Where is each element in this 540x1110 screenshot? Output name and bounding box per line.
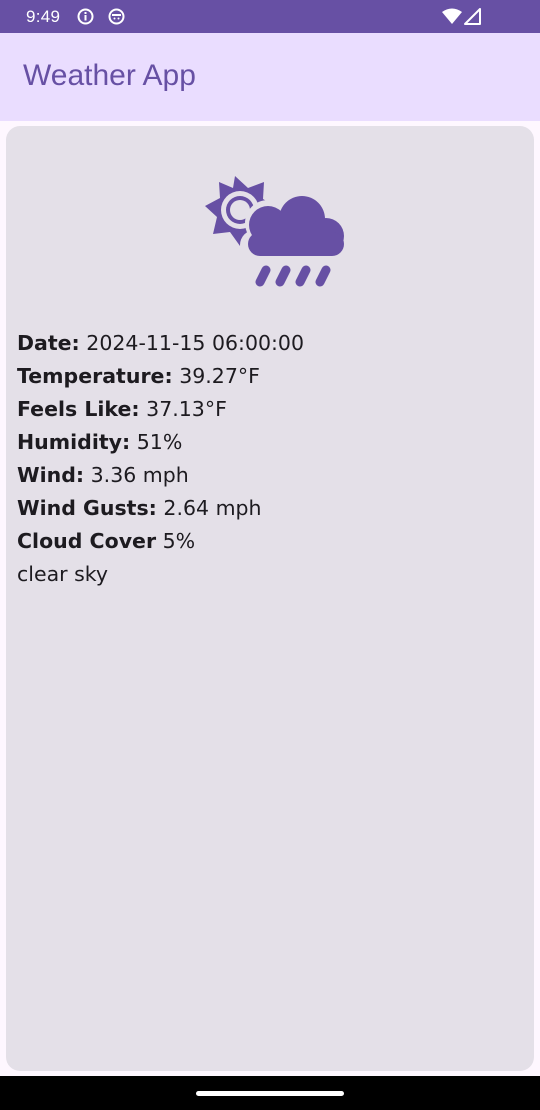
- detail-value: 2.64 mph: [163, 496, 262, 520]
- app-screen: 9:49 Weather App Date: 2024-11-15 06:00:…: [0, 0, 540, 1110]
- detail-label: Wind:: [17, 463, 85, 487]
- home-gesture-handle[interactable]: [196, 1091, 344, 1096]
- detail-label: Date:: [17, 331, 80, 355]
- navigation-bar: [0, 1076, 540, 1110]
- weather-description: clear sky: [17, 562, 109, 586]
- detail-wind-gusts: Wind Gusts: 2.64 mph: [17, 492, 517, 525]
- cloud-sun-rain-icon: [202, 172, 348, 288]
- detail-temperature: Temperature: 39.27°F: [17, 360, 517, 393]
- app-bar: Weather App: [0, 33, 540, 121]
- info-icon: [77, 8, 94, 25]
- detail-feels-like: Feels Like: 37.13°F: [17, 393, 517, 426]
- detail-value: 3.36 mph: [90, 463, 189, 487]
- detail-value: 51%: [136, 430, 183, 454]
- status-time: 9:49: [26, 7, 61, 26]
- app-title: Weather App: [23, 59, 196, 92]
- detail-value: 5%: [162, 529, 196, 553]
- detail-label: Humidity:: [17, 430, 131, 454]
- signal-icon: [464, 8, 481, 25]
- detail-label: Feels Like:: [17, 397, 140, 421]
- weather-details: Date: 2024-11-15 06:00:00 Temperature: 3…: [17, 327, 517, 591]
- weather-card: Date: 2024-11-15 06:00:00 Temperature: 3…: [6, 126, 534, 1071]
- detail-label: Wind Gusts:: [17, 496, 157, 520]
- detail-humidity: Humidity: 51%: [17, 426, 517, 459]
- detail-label: Cloud Cover: [17, 529, 157, 553]
- wifi-icon: [442, 8, 462, 25]
- detail-value: 37.13°F: [146, 397, 227, 421]
- detail-wind: Wind: 3.36 mph: [17, 459, 517, 492]
- detail-date: Date: 2024-11-15 06:00:00: [17, 327, 517, 360]
- android-icon: [108, 8, 125, 25]
- status-bar: 9:49: [0, 0, 540, 33]
- detail-label: Temperature:: [17, 364, 173, 388]
- detail-cloud-cover: Cloud Cover 5%: [17, 525, 517, 558]
- detail-value: 2024-11-15 06:00:00: [86, 331, 305, 355]
- detail-value: 39.27°F: [179, 364, 260, 388]
